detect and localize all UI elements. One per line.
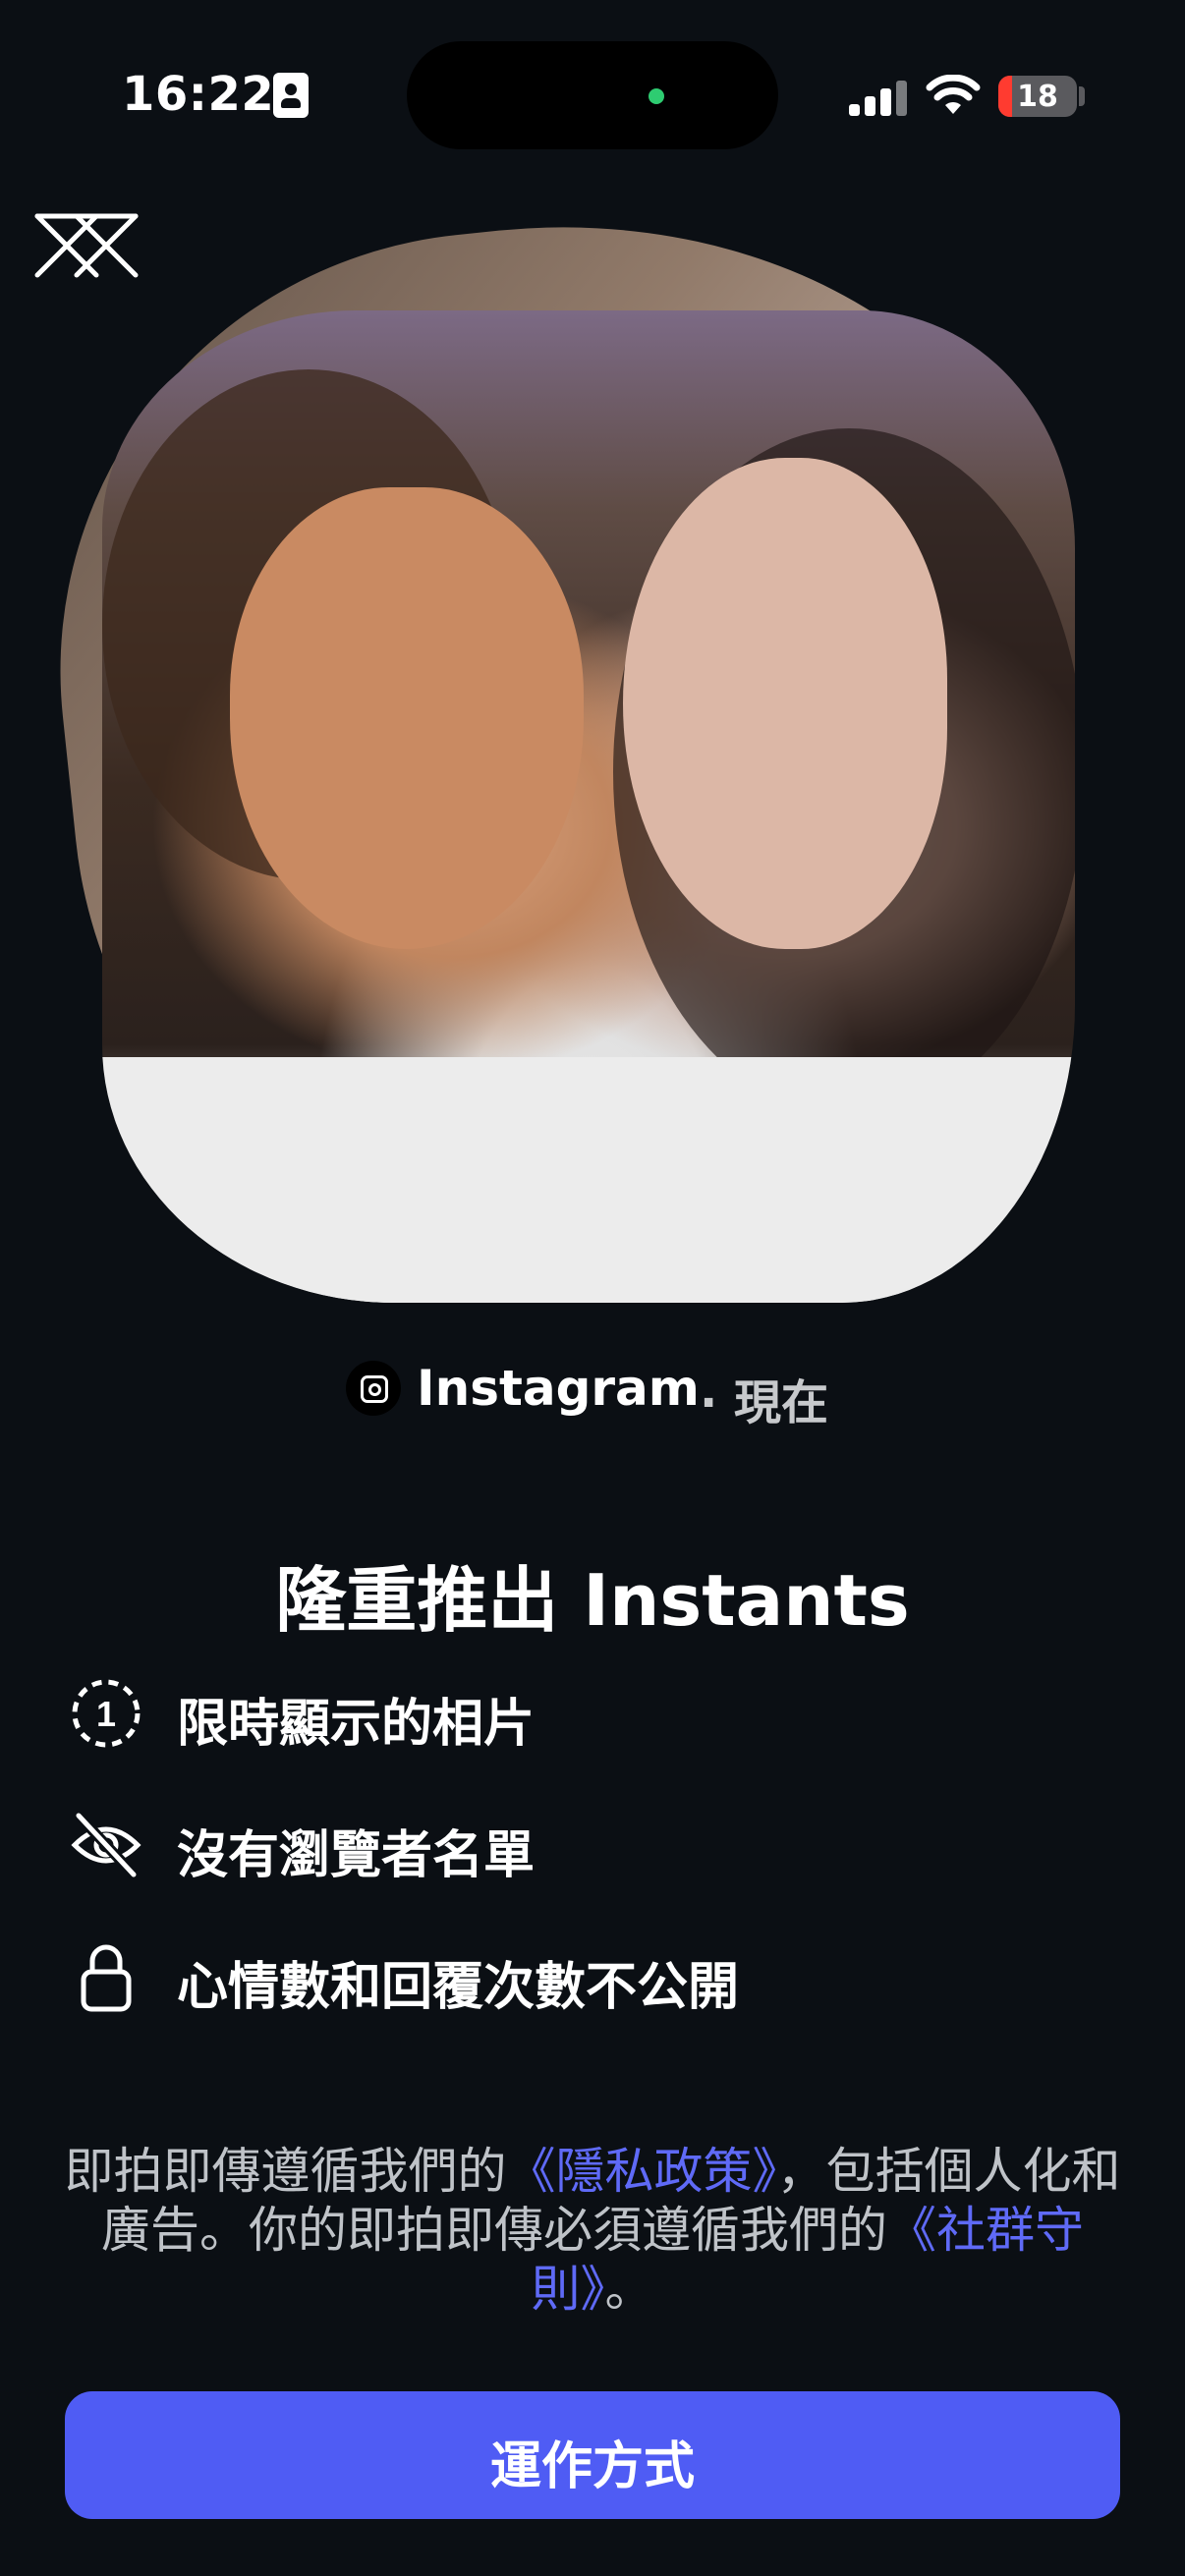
how-it-works-label: 運作方式	[489, 2437, 695, 2496]
instant-photo-stack[interactable]	[17, 176, 1123, 1317]
page-title: 隆重推出 Instants	[275, 1559, 910, 1642]
wifi-icon	[926, 75, 981, 114]
dynamic-island	[407, 41, 778, 149]
battery-tip	[1079, 86, 1085, 106]
feature-item: 沒有瀏覽者名單	[69, 1808, 1110, 1886]
source-timestamp: · 現在	[700, 1364, 828, 1432]
feature-label: 心情數和回覆次數不公開	[177, 1958, 740, 2017]
feature-item: 1 限時顯示的相片	[69, 1676, 1110, 1755]
privacy-indicator-icon	[649, 88, 664, 104]
how-it-works-button[interactable]: 運作方式	[65, 2391, 1120, 2519]
source-app-name: Instagram	[417, 1360, 700, 1417]
battery-icon: 18	[998, 76, 1077, 117]
id-card-icon	[273, 73, 309, 118]
photo-detail	[230, 487, 584, 949]
timer-one-icon: 1	[72, 1679, 141, 1748]
eye-off-icon	[71, 1812, 141, 1878]
status-bar: 16:22 18	[0, 0, 1185, 187]
source-attribution: Instagram · 現在	[0, 1356, 1185, 1430]
feature-label: 限時顯示的相片	[177, 1695, 536, 1754]
battery-percent: 18	[1017, 80, 1058, 114]
policy-text-1: 即拍即傳遵循我們的	[64, 2143, 507, 2200]
feature-item: 心情數和回覆次數不公開	[69, 1939, 1110, 2018]
lock-icon	[81, 1944, 132, 2012]
cellular-signal-icon	[849, 81, 908, 116]
policy-text-3: 。	[604, 2261, 654, 2318]
photo-detail	[623, 458, 947, 949]
photo-detail	[102, 1057, 1075, 1303]
status-time: 16:22	[122, 67, 275, 122]
source-separator: ·	[700, 1375, 718, 1430]
instagram-icon	[346, 1361, 401, 1416]
privacy-policy-link[interactable]: 《隱私政策》	[507, 2143, 777, 2200]
source-timestamp-text: 現在	[733, 1375, 828, 1430]
svg-text:1: 1	[96, 1694, 116, 1734]
policy-text: 即拍即傳遵循我們的《隱私政策》，包括個人化和廣告。你的即拍即傳必須遵循我們的《社…	[59, 2142, 1126, 2319]
feature-label: 沒有瀏覽者名單	[177, 1826, 536, 1885]
instant-photo	[102, 310, 1075, 1303]
